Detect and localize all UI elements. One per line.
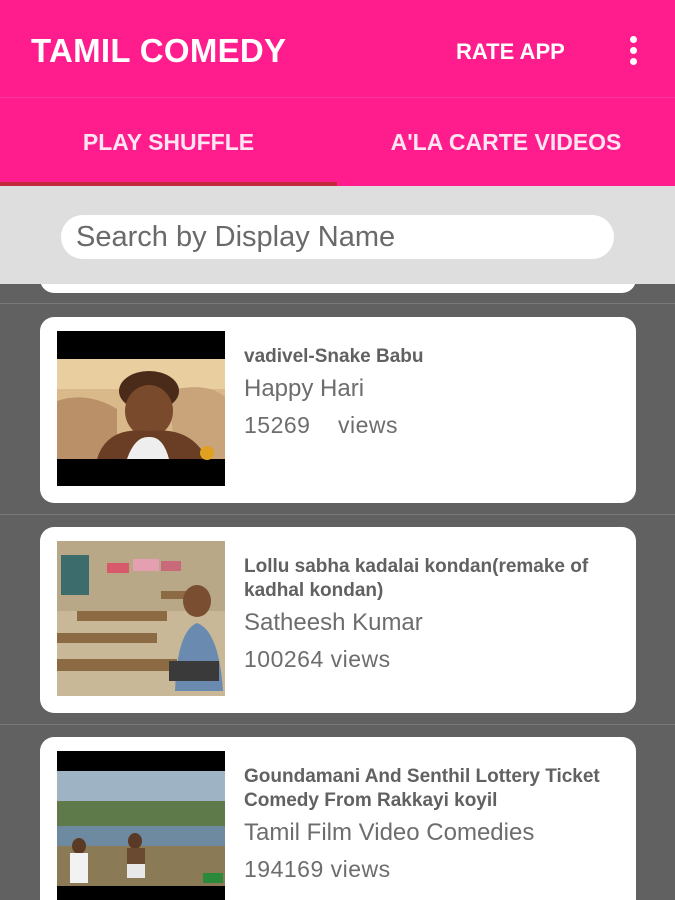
app-title: TAMIL COMEDY — [31, 32, 287, 69]
video-thumbnail — [57, 751, 225, 900]
search-bar — [0, 186, 675, 284]
video-card[interactable]: Lollu sabha kadalai kondan(remake of kad… — [40, 527, 636, 713]
view-count: 15269 views — [244, 412, 398, 439]
list-divider — [0, 303, 675, 304]
video-title: Lollu sabha kadalai kondan(remake of kad… — [244, 556, 589, 601]
tab-bar: PLAY SHUFFLE A'LA CARTE VIDEOS — [0, 97, 675, 186]
video-card-partial[interactable] — [40, 284, 636, 293]
video-thumbnail — [57, 331, 225, 486]
view-count: 100264 views — [244, 646, 391, 673]
video-title: vadivel-Snake Babu — [244, 346, 424, 367]
view-count-label: views — [330, 646, 391, 672]
video-card[interactable]: Goundamani And Senthil Lottery Ticket Co… — [40, 737, 636, 900]
list-divider — [0, 514, 675, 515]
rate-app-button[interactable]: RATE APP — [456, 39, 565, 65]
tab-play-shuffle[interactable]: PLAY SHUFFLE — [0, 98, 337, 187]
view-count-number: 194169 — [244, 856, 324, 882]
app-bar: TAMIL COMEDY RATE APP — [0, 0, 675, 97]
channel-name: Happy Hari — [244, 375, 365, 402]
view-count-number: 15269 — [244, 412, 311, 438]
view-count: 194169 views — [244, 856, 391, 883]
search-input[interactable] — [61, 215, 614, 259]
video-title: Goundamani And Senthil Lottery Ticket Co… — [244, 766, 600, 811]
video-thumbnail — [57, 541, 225, 696]
channel-name: Tamil Film Video Comedies — [244, 819, 535, 846]
video-card[interactable]: vadivel-Snake Babu Happy Hari 15269 view… — [40, 317, 636, 503]
tab-a-la-carte-videos[interactable]: A'LA CARTE VIDEOS — [337, 98, 675, 187]
view-count-label: views — [330, 856, 391, 882]
more-vert-icon[interactable] — [623, 36, 643, 68]
video-list[interactable]: vadivel-Snake Babu Happy Hari 15269 view… — [0, 284, 675, 900]
view-count-number: 100264 — [244, 646, 324, 672]
list-divider — [0, 724, 675, 725]
view-count-label: views — [338, 412, 399, 438]
channel-name: Satheesh Kumar — [244, 609, 423, 636]
